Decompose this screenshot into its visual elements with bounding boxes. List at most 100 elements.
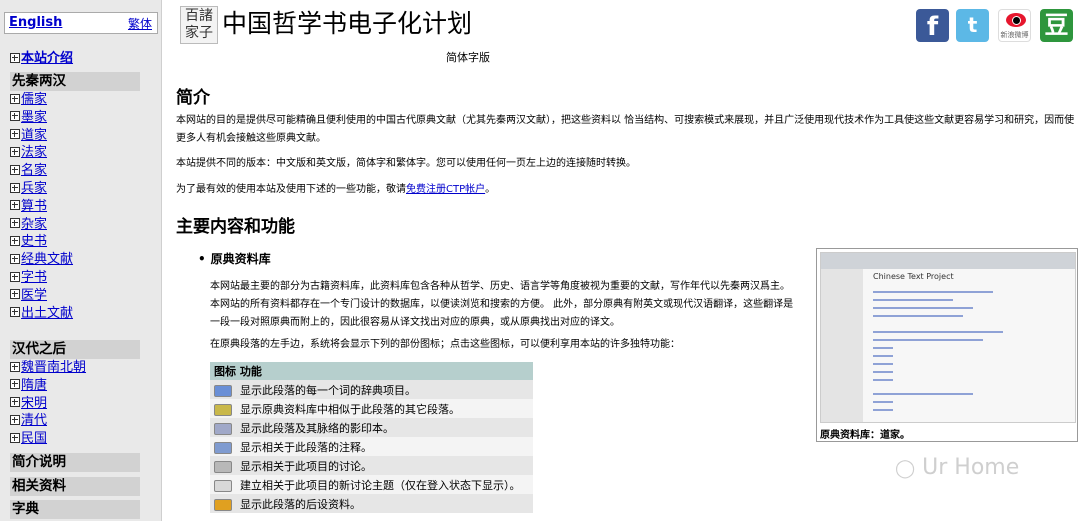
- screenshot-title: Chinese Text Project: [873, 272, 954, 281]
- sidebar-item-link[interactable]: 字书: [21, 270, 47, 285]
- sidebar-item[interactable]: 杂家: [10, 216, 47, 233]
- feature-bullet-texts: • 原典资料库: [198, 252, 271, 266]
- sidebar-item[interactable]: 算书: [10, 198, 47, 215]
- sidebar-item-link[interactable]: 民国: [21, 431, 47, 446]
- dict-icon[interactable]: [214, 384, 232, 397]
- expand-icon[interactable]: [10, 111, 20, 122]
- row-description: 显示此段落及其脉络的影印本。: [240, 421, 394, 435]
- sidebar-item[interactable]: 字书: [10, 269, 47, 286]
- table-row: 显示原典资料库中相似于此段落的其它段落。: [210, 399, 533, 418]
- sidebar-item[interactable]: 法家: [10, 144, 47, 161]
- section-preqin: 先秦两汉: [10, 72, 140, 91]
- metadata-icon[interactable]: [214, 498, 232, 511]
- sidebar-item-link[interactable]: 名家: [21, 163, 47, 178]
- section-related[interactable]: 相关资料: [10, 477, 140, 496]
- sidebar-item-link[interactable]: 隋唐: [21, 378, 47, 393]
- features-heading: 主要内容和功能: [176, 217, 295, 237]
- weibo-icon[interactable]: 新浪微博: [998, 9, 1031, 42]
- sidebar-item[interactable]: 清代: [10, 412, 47, 429]
- english-link[interactable]: English: [9, 15, 62, 30]
- sidebar-item[interactable]: 名家: [10, 162, 47, 179]
- page-title: 中国哲学书电子化计划: [222, 9, 473, 38]
- scan-icon[interactable]: [214, 422, 232, 435]
- expand-icon[interactable]: [10, 253, 20, 264]
- sidebar-item[interactable]: 医学: [10, 287, 47, 304]
- sidebar-item-link[interactable]: 兵家: [21, 181, 47, 196]
- traditional-link[interactable]: 繁体: [128, 15, 152, 32]
- sidebar-item-link[interactable]: 墨家: [21, 110, 47, 125]
- sidebar-item[interactable]: 兵家: [10, 180, 47, 197]
- sidebar-item-link[interactable]: 宋明: [21, 396, 47, 411]
- expand-icon[interactable]: [10, 129, 20, 140]
- sidebar-item[interactable]: 经典文献: [10, 251, 73, 268]
- discussion-icon[interactable]: [214, 460, 232, 473]
- screenshot-figure: Chinese Text Project 原典资料库：道家。: [816, 248, 1078, 442]
- sidebar-item[interactable]: 民国: [10, 430, 47, 447]
- table-header-row: 图标 功能: [210, 362, 533, 380]
- expand-icon[interactable]: [10, 52, 20, 63]
- expand-icon[interactable]: [10, 182, 20, 193]
- figure-caption: 原典资料库：道家。: [820, 430, 910, 441]
- sidebar-item-link[interactable]: 经典文献: [21, 252, 73, 267]
- logo-text: 百諸家子: [185, 8, 213, 41]
- table-header: 图标 功能: [210, 362, 533, 380]
- screenshot-sidebar: [821, 269, 863, 422]
- expand-icon[interactable]: [10, 271, 20, 282]
- row-description: 显示相关于此段落的注释。: [240, 440, 372, 454]
- sidebar-item-link[interactable]: 算书: [21, 199, 47, 214]
- sidebar-item[interactable]: 魏晋南北朝: [10, 359, 86, 376]
- section-han: 汉代之后: [10, 340, 140, 359]
- sidebar-item[interactable]: 隋唐: [10, 377, 47, 394]
- sidebar-item-link[interactable]: 医学: [21, 288, 47, 303]
- section-brief[interactable]: 简介说明: [10, 453, 140, 472]
- facebook-icon[interactable]: f: [916, 9, 949, 42]
- texts-paragraph: 本网站最主要的部分为古籍资料库，此资料库包含各种从哲学、历史、语言学等角度被视为…: [210, 281, 794, 328]
- twitter-icon[interactable]: t: [956, 9, 989, 42]
- sidebar-item-link[interactable]: 儒家: [21, 92, 47, 107]
- expand-icon[interactable]: [10, 218, 20, 229]
- expand-icon[interactable]: [10, 414, 20, 425]
- sidebar-item-link[interactable]: 出土文献: [21, 306, 73, 321]
- expand-icon[interactable]: [10, 379, 20, 390]
- expand-icon[interactable]: [10, 146, 20, 157]
- screenshot-image: Chinese Text Project: [820, 252, 1076, 423]
- expand-icon[interactable]: [10, 235, 20, 246]
- sidebar-item-link[interactable]: 杂家: [21, 217, 47, 232]
- register-link[interactable]: 免费注册CTP帐户: [406, 184, 485, 195]
- sidebar-item-link[interactable]: 法家: [21, 145, 47, 160]
- sidebar-item[interactable]: 墨家: [10, 109, 47, 126]
- expand-icon[interactable]: [10, 93, 20, 104]
- expand-icon[interactable]: [10, 307, 20, 318]
- watermark: ◯ Ur Home: [895, 455, 1020, 480]
- douban-icon[interactable]: 豆: [1040, 9, 1073, 42]
- sidebar-item[interactable]: 出土文献: [10, 305, 73, 322]
- table-row: 显示相关于此段落的注释。: [210, 437, 533, 456]
- section-dictionary[interactable]: 字典: [10, 500, 140, 519]
- sidebar-item-link[interactable]: 清代: [21, 413, 47, 428]
- expand-icon[interactable]: [10, 289, 20, 300]
- expand-icon[interactable]: [10, 397, 20, 408]
- sidebar-item-link[interactable]: 魏晋南北朝: [21, 360, 86, 375]
- expand-icon[interactable]: [10, 432, 20, 443]
- expand-icon[interactable]: [10, 361, 20, 372]
- sidebar-item[interactable]: 道家: [10, 127, 47, 144]
- sidebar-item-link[interactable]: 道家: [21, 128, 47, 143]
- row-description: 显示此段落的每一个词的辞典项目。: [240, 383, 416, 397]
- nav-intro[interactable]: 本站介绍: [10, 50, 73, 67]
- table-row: 显示此段落及其脉络的影印本。: [210, 418, 533, 437]
- sidebar-item[interactable]: 宋明: [10, 395, 47, 412]
- parallel-icon[interactable]: [214, 403, 232, 416]
- new-topic-icon[interactable]: [214, 479, 232, 492]
- site-logo: 百諸家子: [180, 6, 218, 44]
- sidebar-item-link[interactable]: 史书: [21, 234, 47, 249]
- sidebar-item[interactable]: 儒家: [10, 91, 47, 108]
- weibo-eye-icon: [1006, 13, 1026, 27]
- browser-toolbar: [821, 253, 1075, 269]
- expand-icon[interactable]: [10, 200, 20, 211]
- notes-icon[interactable]: [214, 441, 232, 454]
- intro-paragraph-1: 本网站的目的是提供尽可能精确且便利使用的中国古代原典文献（尤其先秦两汉文献），把…: [176, 115, 1075, 144]
- expand-icon[interactable]: [10, 164, 20, 175]
- table-row: 显示此段落的每一个词的辞典项目。: [210, 380, 533, 399]
- sidebar-item[interactable]: 史书: [10, 233, 47, 250]
- row-description: 建立相关于此项目的新讨论主题（仅在登入状态下显示）。: [240, 478, 521, 492]
